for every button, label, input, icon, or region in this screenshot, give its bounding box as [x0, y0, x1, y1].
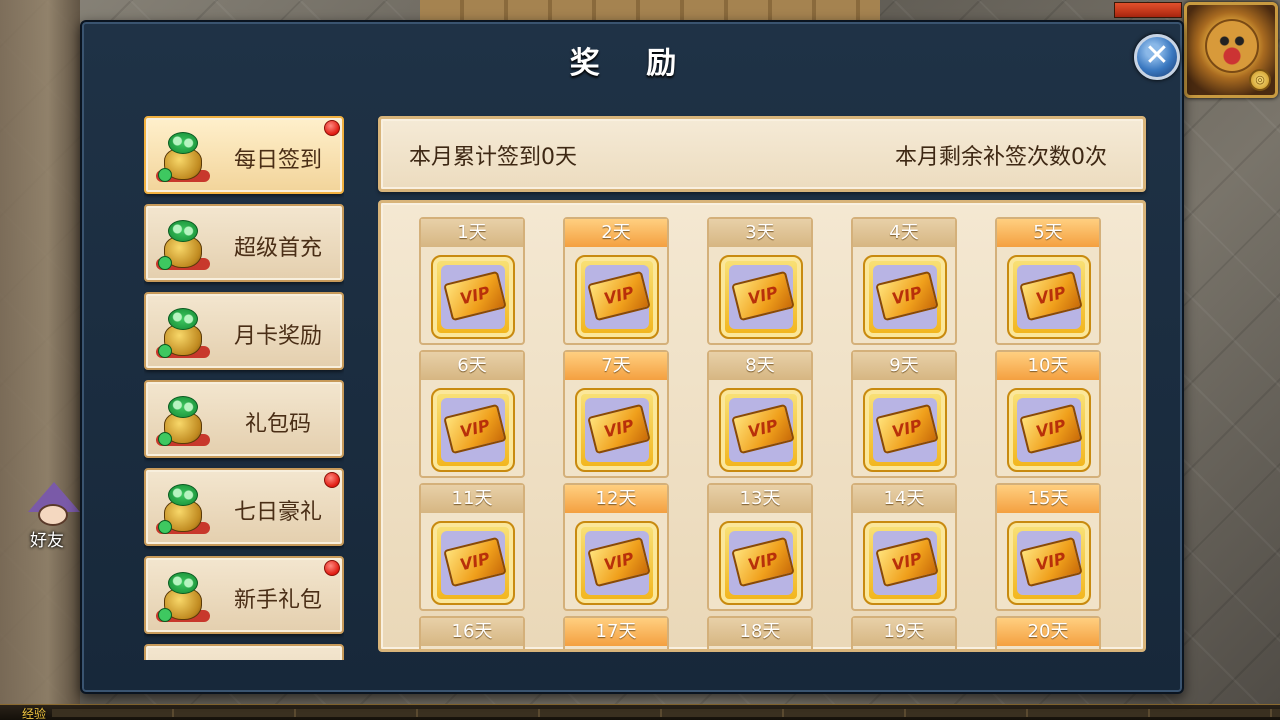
signin-day-cell[interactable]: 3天 VIP	[707, 217, 813, 345]
monthly-signin-count: 本月累计签到0天	[409, 145, 577, 170]
vip-card-icon: VIP	[1007, 255, 1091, 339]
vip-card-icon: VIP	[575, 521, 659, 605]
coin-icon: ◎	[1249, 69, 1271, 91]
day-label: 9天	[853, 352, 955, 380]
day-label: 2天	[565, 219, 667, 247]
vip-card-icon: VIP	[863, 255, 947, 339]
vip-card-icon: VIP	[719, 521, 803, 605]
red-dot-notification-icon	[324, 560, 340, 576]
treasure-bag-icon	[156, 480, 210, 538]
vip-card-icon: VIP	[863, 521, 947, 605]
red-dot-notification-icon	[324, 472, 340, 488]
day-label: 17天	[565, 618, 667, 646]
menu-item-label: 七日豪礼	[233, 500, 322, 525]
day-label: 5天	[997, 219, 1099, 247]
day-label: 15天	[997, 485, 1099, 513]
signin-day-cell[interactable]: 10天 VIP	[995, 350, 1101, 478]
signin-day-cell[interactable]: 6天 VIP	[419, 350, 525, 478]
signin-day-cell[interactable]: 20天VIP	[995, 616, 1101, 649]
exp-track	[52, 709, 1280, 717]
close-icon[interactable]: ✕	[1134, 34, 1180, 80]
panel-title: 奖 励	[569, 46, 695, 81]
day-label: 19天	[853, 618, 955, 646]
vip-card-icon: VIP	[575, 388, 659, 472]
vip-card-icon: VIP	[1007, 521, 1091, 605]
exp-bar: 经验	[0, 704, 1280, 720]
lion-portrait-icon	[1205, 19, 1259, 73]
signin-day-cell[interactable]: 4天 VIP	[851, 217, 957, 345]
vip-card-icon: VIP	[719, 388, 803, 472]
player-avatar[interactable]: ◎	[1184, 2, 1278, 98]
day-label: 13天	[709, 485, 811, 513]
signin-day-cell[interactable]: 13天 VIP	[707, 483, 813, 611]
treasure-bag-icon	[156, 216, 210, 274]
signin-day-cell[interactable]: 19天VIP	[851, 616, 957, 649]
signin-day-cell[interactable]: 1天 VIP	[419, 217, 525, 345]
vip-card-icon: VIP	[719, 255, 803, 339]
friend-button[interactable]: 好友	[18, 482, 80, 551]
red-dot-notification-icon	[324, 120, 340, 136]
menu-item-partial[interactable]	[144, 644, 344, 660]
signin-day-cell[interactable]: 18天VIP	[707, 616, 813, 649]
menu-item[interactable]: 每日签到	[144, 116, 344, 194]
exp-label: 经验	[22, 707, 47, 720]
treasure-bag-icon	[156, 304, 210, 362]
day-label: 3天	[709, 219, 811, 247]
day-label: 14天	[853, 485, 955, 513]
signin-day-cell[interactable]: 16天VIP	[419, 616, 525, 649]
day-label: 11天	[421, 485, 523, 513]
menu-item[interactable]: 超级首充	[144, 204, 344, 282]
vip-card-icon: VIP	[431, 255, 515, 339]
signin-summary: 本月累计签到0天 本月剩余补签次数0次	[378, 116, 1146, 192]
menu-item[interactable]: 礼包码	[144, 380, 344, 458]
treasure-bag-icon	[156, 568, 210, 626]
day-label: 18天	[709, 618, 811, 646]
signin-calendar: 1天 VIP 2天 VIP 3天 VIP 4天 VIP 5天 VIP 6天 VIP 7天 VIP 8天 VIP…	[378, 200, 1146, 652]
menu-item-label: 新手礼包	[233, 588, 322, 613]
signin-day-cell[interactable]: 11天 VIP	[419, 483, 525, 611]
day-label: 7天	[565, 352, 667, 380]
vip-card-icon: VIP	[575, 255, 659, 339]
menu-item[interactable]: 月卡奖励	[144, 292, 344, 370]
signin-day-cell[interactable]: 9天 VIP	[851, 350, 957, 478]
signin-day-cell[interactable]: 17天VIP	[563, 616, 669, 649]
day-label: 1天	[421, 219, 523, 247]
vip-card-icon: VIP	[1007, 388, 1091, 472]
menu-item-label: 月卡奖励	[233, 324, 322, 349]
treasure-bag-icon	[156, 392, 210, 450]
signin-day-cell[interactable]: 5天 VIP	[995, 217, 1101, 345]
signin-day-cell[interactable]: 12天 VIP	[563, 483, 669, 611]
background-wood-pillar	[0, 0, 80, 720]
treasure-bag-icon	[156, 128, 210, 186]
menu-item[interactable]: 七日豪礼	[144, 468, 344, 546]
vip-card-icon: VIP	[863, 388, 947, 472]
vip-card-icon: VIP	[431, 388, 515, 472]
health-bar	[1114, 2, 1182, 18]
friend-avatar-icon	[38, 504, 68, 526]
day-label: 16天	[421, 618, 523, 646]
day-label: 6天	[421, 352, 523, 380]
signin-day-cell[interactable]: 2天 VIP	[563, 217, 669, 345]
menu-item[interactable]: 新手礼包	[144, 556, 344, 634]
signin-day-cell[interactable]: 8天 VIP	[707, 350, 813, 478]
day-label: 20天	[997, 618, 1099, 646]
signin-day-cell[interactable]: 14天 VIP	[851, 483, 957, 611]
friend-label: 好友	[30, 531, 64, 551]
day-label: 4天	[853, 219, 955, 247]
reward-menu: 每日签到超级首充月卡奖励礼包码七日豪礼新手礼包	[144, 116, 344, 660]
day-label: 12天	[565, 485, 667, 513]
signin-day-cell[interactable]: 15天 VIP	[995, 483, 1101, 611]
day-label: 10天	[997, 352, 1099, 380]
menu-item-label: 超级首充	[233, 236, 322, 261]
makeup-signin-remaining: 本月剩余补签次数0次	[895, 145, 1107, 170]
menu-item-label: 礼包码	[244, 412, 311, 437]
signin-day-cell[interactable]: 7天 VIP	[563, 350, 669, 478]
day-label: 8天	[709, 352, 811, 380]
vip-card-icon: VIP	[431, 521, 515, 605]
reward-panel: 奖 励 ✕ 每日签到超级首充月卡奖励礼包码七日豪礼新手礼包 本月累计签到0天 本…	[80, 20, 1184, 694]
menu-item-label: 每日签到	[233, 148, 322, 173]
